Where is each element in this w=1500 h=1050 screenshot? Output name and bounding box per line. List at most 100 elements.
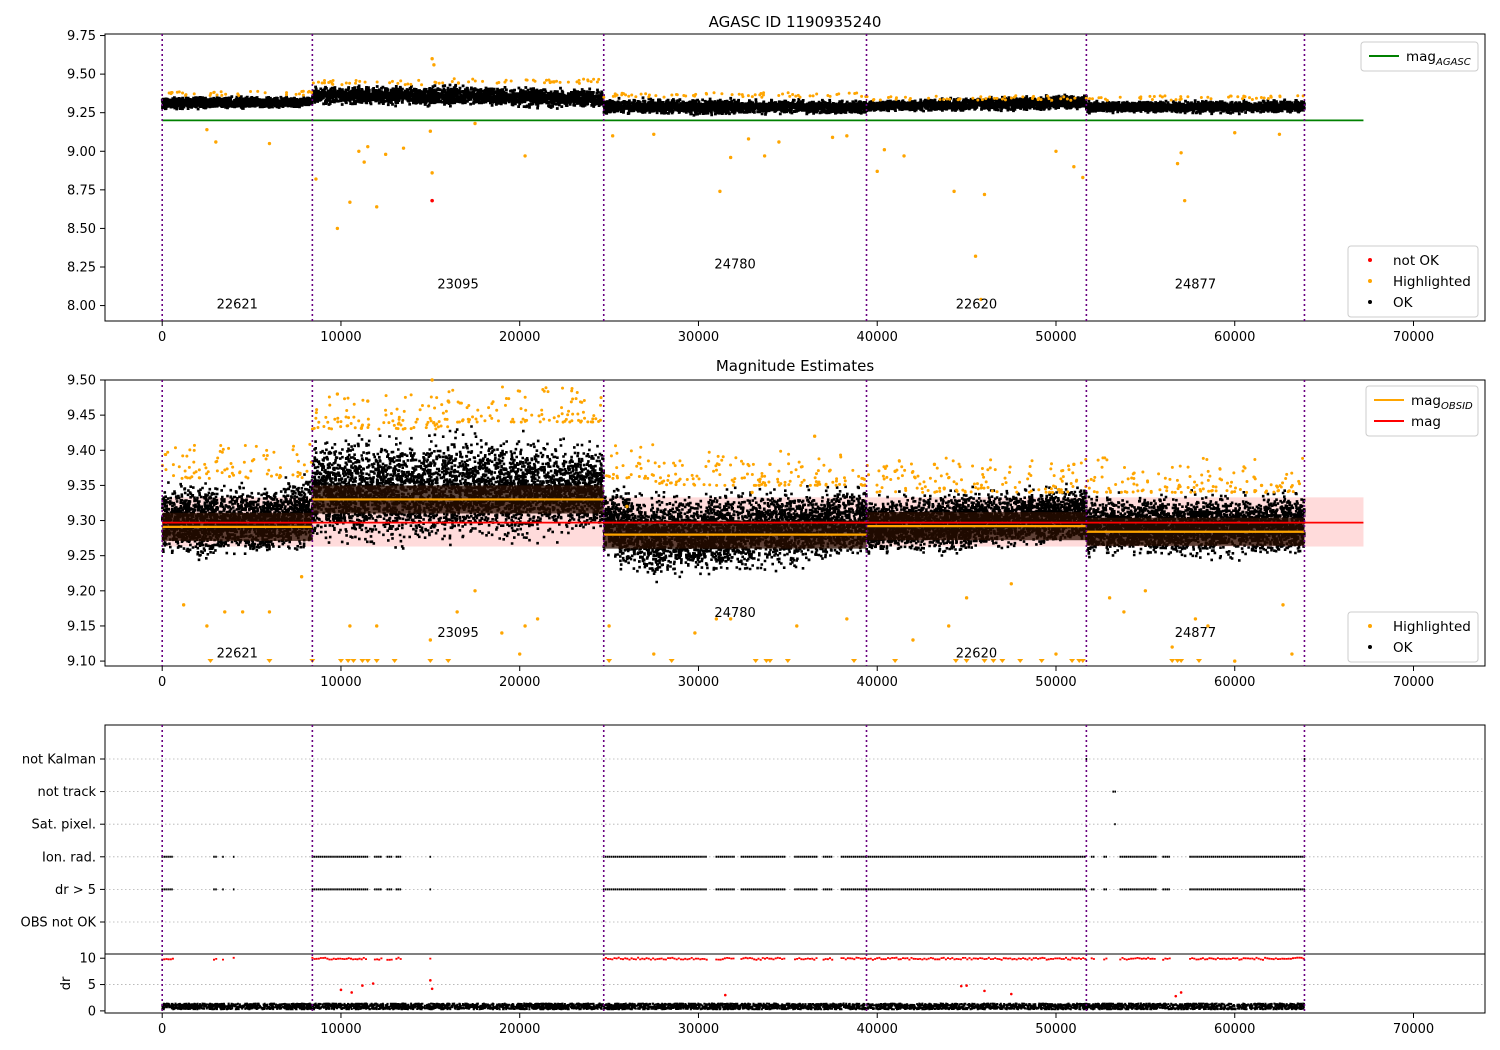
- highlighted-point: [439, 424, 443, 428]
- highlighted-point: [1186, 485, 1190, 489]
- highlighted-point: [1049, 467, 1053, 471]
- highlighted-point: [1052, 474, 1056, 478]
- highlighted-point: [615, 476, 619, 480]
- highlighted-point: [913, 476, 917, 480]
- flag-points: [395, 888, 402, 891]
- highlighted-point: [1175, 478, 1179, 482]
- highlighted-point: [875, 490, 879, 494]
- highlighted-point: [762, 154, 767, 158]
- flag-row-label: Ion. rad.: [42, 850, 96, 865]
- highlighted-point: [1090, 97, 1094, 101]
- highlighted-point: [1152, 94, 1156, 98]
- highlighted-point: [1008, 465, 1012, 469]
- highlighted-point: [779, 449, 783, 453]
- obsid-label: 24877: [1175, 278, 1216, 293]
- highlighted-point: [540, 413, 544, 417]
- offscale-marker: [1069, 659, 1076, 663]
- highlighted-point: [862, 477, 866, 481]
- highlighted-point: [947, 624, 951, 628]
- highlighted-point: [811, 94, 815, 98]
- highlighted-point: [822, 463, 826, 467]
- highlighted-point: [611, 476, 615, 480]
- flag-points: [1090, 888, 1095, 891]
- highlighted-point: [1259, 95, 1263, 99]
- highlighted-point: [1003, 98, 1007, 102]
- highlighted-point: [615, 451, 619, 455]
- highlighted-point: [476, 408, 480, 412]
- highlighted-point: [541, 387, 545, 391]
- highlighted-point: [1278, 95, 1282, 99]
- highlighted-point: [224, 92, 228, 96]
- highlighted-point: [219, 90, 223, 94]
- highlighted-point: [252, 457, 256, 461]
- highlighted-point: [197, 468, 201, 472]
- highlighted-point: [430, 378, 434, 382]
- highlighted-point: [973, 254, 978, 258]
- highlighted-point: [881, 474, 885, 478]
- highlighted-point: [1007, 470, 1011, 474]
- highlighted-point: [680, 463, 684, 467]
- highlighted-point: [979, 486, 983, 490]
- highlighted-point: [882, 465, 886, 469]
- highlighted-point: [542, 81, 546, 85]
- highlighted-point: [366, 144, 370, 149]
- highlighted-point: [509, 420, 513, 424]
- highlighted-point: [307, 89, 311, 93]
- highlighted-point: [934, 94, 938, 98]
- x-tick-label: 0: [158, 1022, 166, 1037]
- highlighted-point: [896, 476, 900, 480]
- highlighted-point: [800, 480, 804, 484]
- highlighted-point: [602, 95, 606, 99]
- highlighted-point: [443, 417, 447, 421]
- highlighted-point: [707, 450, 711, 454]
- ok-points: [311, 84, 450, 108]
- figure-title: AGASC ID 1190935240: [709, 13, 882, 31]
- highlighted-point: [291, 473, 295, 477]
- y-tick-label: 10: [79, 952, 96, 967]
- highlighted-point: [1200, 473, 1204, 477]
- highlighted-point: [1044, 490, 1048, 494]
- x-tick-label: 30000: [678, 1022, 719, 1037]
- highlighted-point: [177, 465, 181, 469]
- highlighted-point: [197, 476, 201, 480]
- highlighted-point: [995, 490, 999, 494]
- highlighted-point: [524, 78, 528, 82]
- highlighted-point: [574, 397, 578, 401]
- highlighted-point: [1205, 457, 1209, 461]
- highlighted-point: [789, 470, 793, 474]
- highlighted-point: [889, 95, 893, 99]
- highlighted-point: [457, 81, 461, 85]
- y-tick-label: 5: [88, 978, 96, 993]
- highlighted-point: [395, 407, 399, 411]
- highlighted-point: [720, 458, 724, 462]
- highlighted-point: [1050, 462, 1054, 466]
- highlighted-point: [976, 487, 980, 491]
- highlighted-point: [1253, 457, 1257, 461]
- x-tick-label: 70000: [1393, 1022, 1434, 1037]
- highlighted-point: [301, 93, 305, 97]
- highlighted-point: [639, 466, 643, 470]
- highlighted-point: [1149, 490, 1153, 494]
- highlighted-point: [630, 93, 634, 97]
- highlighted-point: [737, 92, 741, 96]
- highlighted-point: [446, 399, 450, 403]
- highlighted-point: [1234, 486, 1238, 490]
- highlighted-point: [1243, 95, 1247, 99]
- highlighted-point: [540, 408, 544, 412]
- highlighted-point: [718, 473, 722, 477]
- highlighted-point: [432, 420, 436, 424]
- highlighted-point: [1061, 475, 1065, 479]
- obsid-label: 24780: [714, 258, 755, 273]
- highlighted-point: [814, 472, 818, 476]
- highlighted-point: [1057, 487, 1061, 491]
- highlighted-point: [547, 418, 551, 422]
- highlighted-point: [750, 473, 754, 477]
- highlighted-point: [1179, 490, 1183, 494]
- flag-points: [395, 855, 402, 858]
- highlighted-point: [791, 92, 795, 96]
- y-tick-label: 8.25: [67, 260, 96, 275]
- highlighted-point: [1170, 465, 1174, 469]
- highlighted-point: [434, 427, 438, 431]
- highlighted-point: [519, 407, 523, 411]
- highlighted-point: [354, 81, 358, 85]
